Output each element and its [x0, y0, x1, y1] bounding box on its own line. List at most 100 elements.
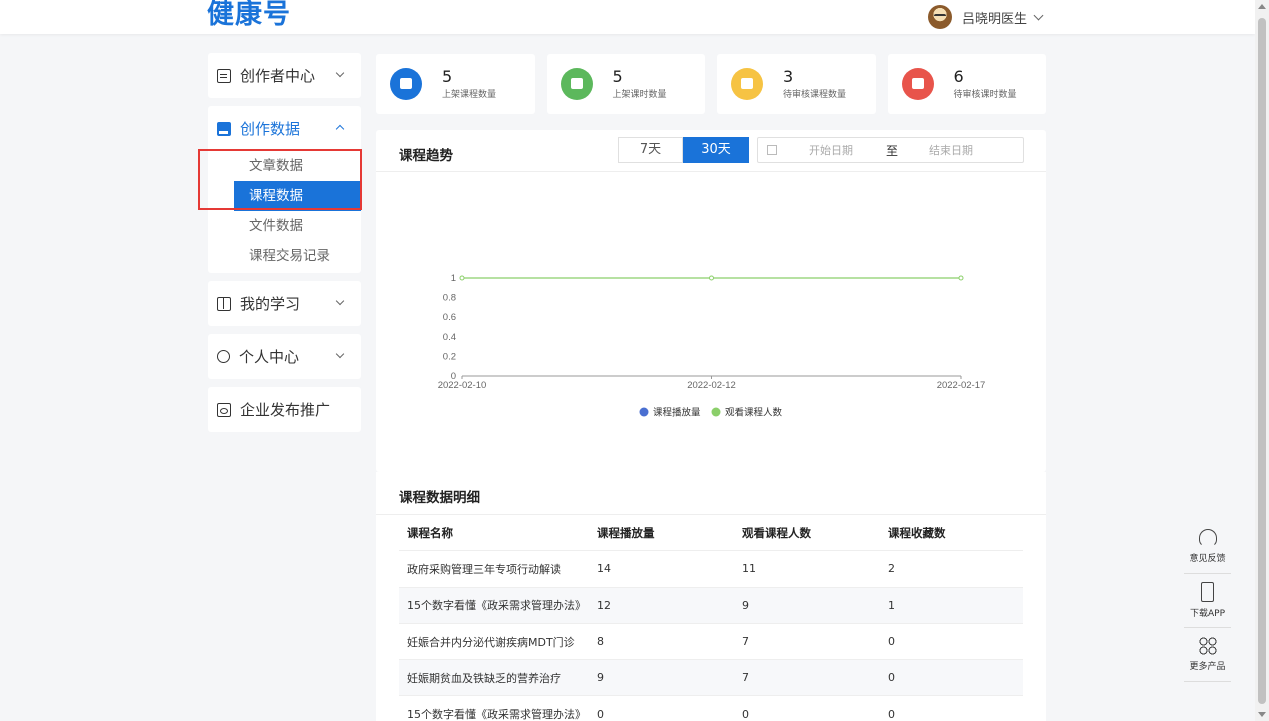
user-name[interactable]: 吕晓明医生: [962, 8, 1027, 27]
menu-label: 企业发布推广: [240, 401, 331, 419]
page-scrollbar[interactable]: [1255, 0, 1269, 721]
play-count-cell: 8: [597, 635, 604, 649]
y-tick-label: 0.8: [443, 293, 456, 304]
feedback-label: 意见反馈: [1189, 554, 1226, 564]
stat-value: 5: [442, 67, 453, 86]
chevron-down-icon: [335, 68, 345, 78]
legend-marker: [639, 407, 649, 417]
download-app-button[interactable]: 下载APP: [1184, 574, 1231, 628]
legend-label: 观看课程人数: [725, 407, 783, 419]
table-row: 15个数字看懂《政采需求管理办法》 12 9 1: [399, 587, 1023, 624]
person-icon: [217, 350, 230, 363]
scrollbar-thumb[interactable]: [1258, 18, 1266, 704]
book-icon: [390, 68, 422, 100]
more-products-button[interactable]: 更多产品: [1184, 628, 1231, 682]
menu-group-enterprise-promotion: 企业发布推广: [208, 387, 361, 432]
avatar[interactable]: [928, 5, 952, 29]
favorite-count-cell: 0: [888, 671, 895, 685]
stat-card: 6 待审核课时数量: [887, 54, 1046, 114]
range-toggle: 7天 30天: [618, 137, 749, 163]
course-name-cell: 15个数字看懂《政采需求管理办法》: [407, 708, 586, 721]
viewer-count-cell: 11: [742, 562, 756, 576]
submenu-file-data[interactable]: 文件数据: [208, 211, 361, 241]
column-header: 课程播放量: [597, 525, 655, 540]
y-tick-label: 0.4: [443, 332, 456, 343]
menu-enterprise-promotion[interactable]: 企业发布推广: [208, 387, 361, 432]
course-name-cell: 政府采购管理三年专项行动解读: [407, 562, 561, 576]
menu-creation-data[interactable]: 创作数据: [208, 106, 361, 151]
grid-icon: [1198, 637, 1217, 655]
phone-icon: [1201, 582, 1214, 602]
book-icon: [217, 296, 231, 311]
viewer-count-cell: 0: [742, 707, 749, 721]
review-icon: [731, 68, 763, 100]
chevron-down-icon[interactable]: [1033, 10, 1044, 20]
menu-label: 我的学习: [240, 295, 301, 313]
table-row: 妊娠合并内分泌代谢疾病MDT门诊 8 7 0: [399, 624, 1023, 661]
legend-marker: [711, 407, 721, 417]
stat-value: 3: [783, 67, 794, 86]
viewer-count-cell: 7: [742, 635, 749, 649]
favorite-count-cell: 1: [888, 598, 895, 612]
menu-group-my-learning: 我的学习: [208, 281, 361, 326]
stat-label: 上架课时数量: [612, 90, 667, 100]
chevron-down-icon: [335, 124, 345, 134]
sidebar: 创作者中心 创作数据 文章数据 课程数据 文件数据 课程交易记录 我的学习 个人…: [208, 53, 361, 440]
y-tick-label: 0.6: [443, 312, 456, 323]
menu-my-learning[interactable]: 我的学习: [208, 281, 361, 326]
viewer-count-cell: 7: [742, 671, 749, 685]
end-date-input[interactable]: 结束日期: [929, 142, 973, 158]
play-count-cell: 9: [597, 671, 604, 685]
menu-personal-center[interactable]: 个人中心: [208, 334, 361, 379]
course-name-cell: 妊娠期贫血及铁缺乏的营养治疗: [407, 671, 561, 685]
download-label: 下载APP: [1189, 609, 1225, 619]
y-tick-label: 0.2: [443, 351, 456, 362]
headset-icon: [1198, 529, 1217, 547]
chevron-down-icon: [335, 296, 345, 306]
picture-icon: [217, 402, 231, 417]
play-count-cell: 14: [597, 562, 611, 576]
stat-label: 待审核课程数量: [783, 90, 847, 100]
menu-creator-center[interactable]: 创作者中心: [208, 53, 361, 98]
y-tick-label: 1: [451, 273, 456, 284]
course-name-cell: 妊娠合并内分泌代谢疾病MDT门诊: [407, 635, 575, 649]
stat-value: 5: [612, 67, 623, 86]
menu-label: 创作者中心: [240, 67, 316, 85]
calendar-icon: [767, 145, 777, 155]
scroll-down-icon[interactable]: [1258, 712, 1266, 717]
range-30-days-button[interactable]: 30天: [683, 137, 749, 163]
column-header: 课程收藏数: [888, 525, 946, 540]
scroll-up-icon[interactable]: [1258, 4, 1266, 9]
course-name-cell: 15个数字看懂《政采需求管理办法》: [407, 599, 586, 613]
favorite-count-cell: 2: [888, 562, 895, 576]
trend-title: 课程趋势: [399, 148, 453, 164]
range-7-days-button[interactable]: 7天: [618, 137, 683, 163]
detail-title: 课程数据明细: [399, 490, 480, 506]
floating-toolbar: 意见反馈 下载APP 更多产品: [1184, 520, 1231, 682]
more-label: 更多产品: [1189, 662, 1226, 672]
submenu-course-transactions[interactable]: 课程交易记录: [208, 241, 361, 271]
stat-card: 3 待审核课程数量: [717, 54, 876, 114]
favorite-count-cell: 0: [888, 707, 895, 721]
date-separator: 至: [886, 143, 899, 158]
brand-logo[interactable]: 健康号: [207, 0, 291, 32]
stat-card: 5 上架课程数量: [376, 54, 535, 114]
course-detail-table: 课程名称 课程播放量 观看课程人数 课程收藏数 政府采购管理三年专项行动解读 1…: [399, 515, 1023, 721]
review-icon: [901, 68, 934, 100]
feedback-button[interactable]: 意见反馈: [1184, 520, 1231, 574]
course-trend-panel: 课程趋势 7天 30天 开始日期 至 结束日期 0 0.2 0.4 0.6 0.8 1 20…: [376, 130, 1046, 472]
table-row: 15个数字看懂《政采需求管理办法》 0 0 0: [399, 696, 1023, 721]
highlight-annotation: [198, 149, 362, 210]
x-tick-label: 2022-02-17: [937, 380, 986, 391]
menu-label: 创作数据: [240, 120, 301, 138]
stat-value: 6: [953, 67, 964, 86]
user-menu[interactable]: 吕晓明医生: [928, 4, 1044, 30]
play-count-cell: 12: [597, 598, 611, 612]
data-icon: [217, 121, 231, 136]
menu-group-personal-center: 个人中心: [208, 334, 361, 379]
start-date-input[interactable]: 开始日期: [809, 142, 853, 158]
stats-row: 5 上架课程数量 5 上架课时数量 3 待审核课程数量 6 待审核课时数量: [376, 54, 1046, 114]
stat-label: 上架课程数量: [442, 90, 497, 100]
menu-group-creator-center: 创作者中心: [208, 53, 361, 98]
date-range-picker[interactable]: 开始日期 至 结束日期: [757, 137, 1024, 163]
